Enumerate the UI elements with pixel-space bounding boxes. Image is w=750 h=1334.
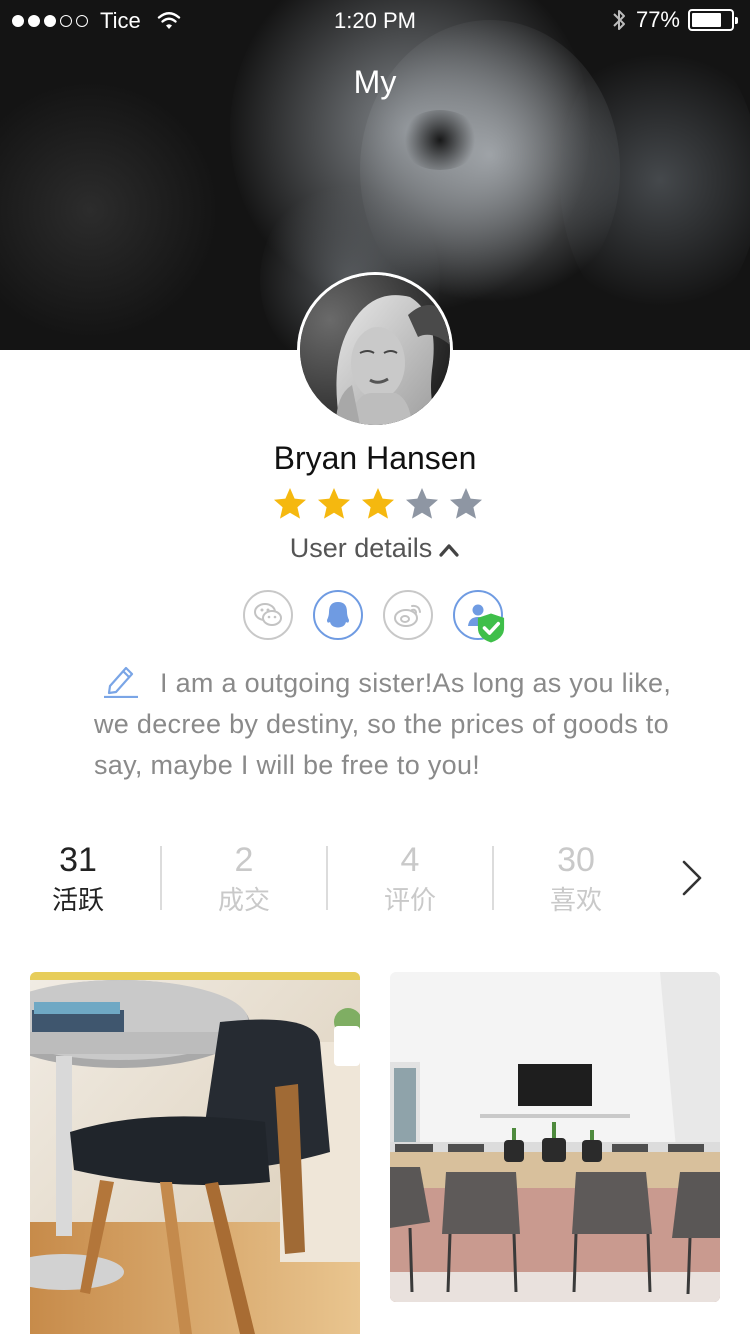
stat-active[interactable]: 31 活跃 bbox=[18, 840, 138, 918]
photo-card-meeting-room[interactable] bbox=[390, 972, 720, 1302]
star-empty-icon bbox=[406, 488, 438, 519]
battery-icon bbox=[688, 9, 738, 31]
stat-value: 4 bbox=[400, 841, 420, 879]
avatar-portrait bbox=[300, 275, 450, 425]
bio-text: I am a outgoing sister!As long as you li… bbox=[94, 668, 672, 780]
stat-likes[interactable]: 30 喜欢 bbox=[516, 840, 636, 918]
stat-label: 喜欢 bbox=[549, 885, 602, 915]
chair-photo bbox=[30, 972, 360, 1334]
star-filled-icon bbox=[362, 488, 394, 519]
divider bbox=[160, 846, 162, 910]
meeting-room-photo bbox=[390, 972, 720, 1302]
stat-value: 31 bbox=[59, 841, 97, 879]
divider bbox=[326, 846, 328, 910]
bluetooth-icon bbox=[613, 10, 625, 30]
stat-reviews[interactable]: 4 评价 bbox=[350, 840, 470, 918]
chevron-up-icon bbox=[439, 544, 459, 557]
stat-value: 2 bbox=[234, 841, 254, 879]
qq-icon bbox=[327, 602, 349, 628]
verified-badge-icon bbox=[477, 613, 505, 643]
rating-stars bbox=[272, 486, 484, 522]
edit-pencil-icon[interactable] bbox=[102, 662, 140, 698]
chevron-right-icon[interactable] bbox=[676, 858, 706, 898]
status-bar: Tice 1:20 PM 77% bbox=[0, 0, 750, 40]
qq-button[interactable] bbox=[313, 590, 363, 640]
wechat-icon bbox=[254, 603, 282, 626]
star-filled-icon bbox=[274, 488, 306, 519]
avatar[interactable] bbox=[300, 275, 450, 425]
stats-bar: 31 活跃 2 成交 4 评价 30 喜欢 bbox=[0, 840, 750, 920]
stat-value: 30 bbox=[557, 841, 595, 879]
user-details-label: User details bbox=[289, 533, 433, 563]
star-empty-icon bbox=[450, 488, 482, 519]
photo-card-chair[interactable] bbox=[30, 972, 360, 1334]
verified-user-button[interactable] bbox=[453, 590, 505, 643]
stat-deals[interactable]: 2 成交 bbox=[184, 840, 304, 918]
user-details-toggle[interactable]: User details bbox=[0, 533, 750, 564]
wechat-button[interactable] bbox=[243, 590, 293, 640]
stat-label: 评价 bbox=[383, 885, 436, 915]
battery-percent: 77% bbox=[635, 7, 680, 32]
star-filled-icon bbox=[318, 488, 350, 519]
stat-label: 成交 bbox=[217, 885, 270, 915]
profile-bio: I am a outgoing sister!As long as you li… bbox=[94, 662, 674, 786]
weibo-icon bbox=[394, 604, 421, 627]
stat-label: 活跃 bbox=[51, 885, 104, 915]
divider bbox=[492, 846, 494, 910]
social-links bbox=[243, 590, 505, 643]
profile-name: Bryan Hansen bbox=[273, 440, 477, 476]
weibo-button[interactable] bbox=[383, 590, 433, 640]
page-title: My bbox=[353, 64, 397, 100]
